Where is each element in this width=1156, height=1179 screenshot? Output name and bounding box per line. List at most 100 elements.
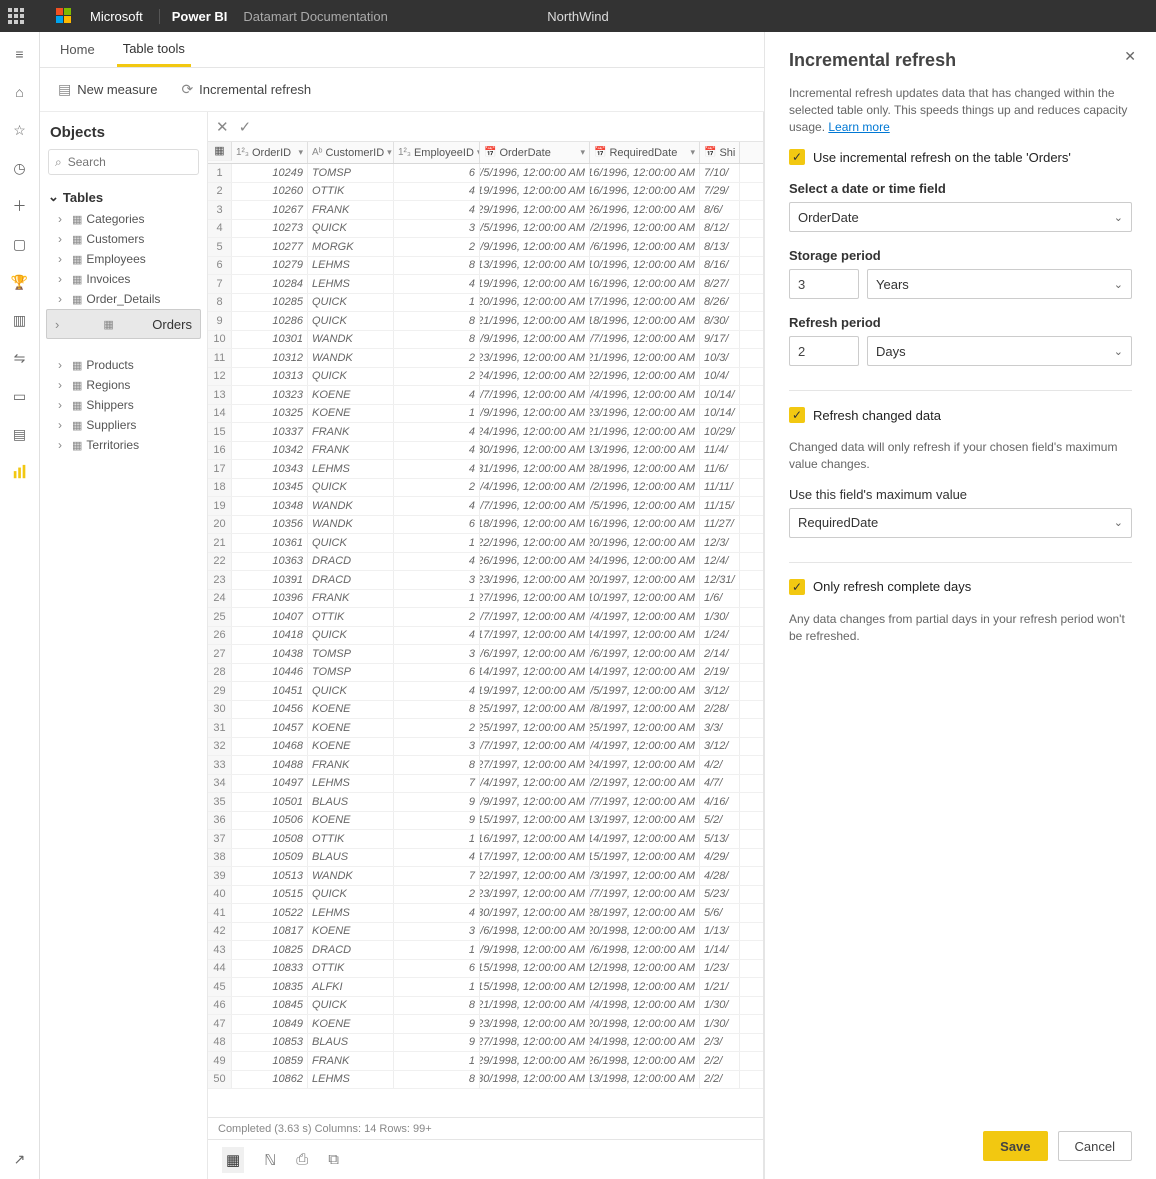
tree-item-invoices[interactable]: ›▦Invoices [46, 269, 201, 289]
table-row[interactable]: 4510835ALFKI11/15/1998, 12:00:00 AM2/12/… [208, 978, 763, 997]
table-row[interactable]: 710284LEHMS48/19/1996, 12:00:00 AM9/16/1… [208, 275, 763, 294]
table-row[interactable]: 2310391DRACD312/23/1996, 12:00:00 AM1/20… [208, 571, 763, 590]
chevron-down-icon[interactable]: ▾ [580, 147, 585, 158]
table-row[interactable]: 1410325KOENE110/9/1996, 12:00:00 AM10/23… [208, 405, 763, 424]
tables-header[interactable]: ⌄Tables [46, 185, 201, 209]
tab-home[interactable]: Home [54, 34, 101, 65]
save-button[interactable]: Save [983, 1131, 1047, 1161]
table-row[interactable]: 2610418QUICK41/17/1997, 12:00:00 AM2/14/… [208, 627, 763, 646]
corner-cell[interactable]: ▦ [208, 142, 232, 161]
favorites-icon[interactable]: ☆ [12, 122, 28, 138]
table-row[interactable]: 110249TOMSP67/5/1996, 12:00:00 AM8/16/19… [208, 164, 763, 183]
table-row[interactable]: 2210363DRACD411/26/1996, 12:00:00 AM12/2… [208, 553, 763, 572]
shared-icon[interactable]: ⇋ [12, 350, 28, 366]
table-row[interactable]: 910286QUICK88/21/1996, 12:00:00 AM9/18/1… [208, 312, 763, 331]
col-requireddate[interactable]: 📅RequiredDate▾ [590, 142, 700, 163]
workspaces-icon[interactable]: ▤ [12, 426, 28, 442]
table-row[interactable]: 610279LEHMS88/13/1996, 12:00:00 AM9/10/1… [208, 257, 763, 276]
storage-period-unit-select[interactable]: Years⌄ [867, 269, 1132, 299]
use-incremental-checkbox[interactable]: ✓Use incremental refresh on the table 'O… [789, 149, 1132, 165]
chevron-down-icon[interactable]: ▾ [690, 147, 695, 158]
cancel-button[interactable]: Cancel [1058, 1131, 1132, 1161]
table-row[interactable]: 3510501BLAUS94/9/1997, 12:00:00 AM5/7/19… [208, 793, 763, 812]
recent-icon[interactable]: ◷ [12, 160, 28, 176]
table-row[interactable]: 4710849KOENE91/23/1998, 12:00:00 AM2/20/… [208, 1015, 763, 1034]
model-view-icon[interactable]: ⎙ [296, 1151, 308, 1168]
table-row[interactable]: 2510407OTTIK21/7/1997, 12:00:00 AM2/4/19… [208, 608, 763, 627]
table-row[interactable]: 1310323KOENE410/7/1996, 12:00:00 AM11/4/… [208, 386, 763, 405]
table-row[interactable]: 4210817KOENE31/6/1998, 12:00:00 AM1/20/1… [208, 923, 763, 942]
new-measure-button[interactable]: ▤New measure [58, 81, 157, 98]
apps-icon[interactable]: ▥ [12, 312, 28, 328]
cancel-fx-icon[interactable]: ✕ [216, 118, 229, 136]
tree-item-orders[interactable]: ›▦Orders [46, 309, 201, 339]
table-row[interactable]: 2710438TOMSP32/6/1997, 12:00:00 AM3/6/19… [208, 645, 763, 664]
table-row[interactable]: 3710508OTTIK14/16/1997, 12:00:00 AM5/14/… [208, 830, 763, 849]
table-row[interactable]: 4610845QUICK81/21/1998, 12:00:00 AM2/4/1… [208, 997, 763, 1016]
expand-icon[interactable]: ↗ [12, 1151, 28, 1167]
data-view-icon[interactable]: ▦ [222, 1147, 244, 1173]
formula-bar[interactable]: ✕ ✓ [208, 112, 763, 142]
learn-more-link[interactable]: Learn more [828, 120, 889, 134]
table-row[interactable]: 3110457KOENE22/25/1997, 12:00:00 AM3/25/… [208, 719, 763, 738]
tree-item-products[interactable]: ›▦Products [46, 355, 201, 375]
current-workspace-icon[interactable] [12, 464, 28, 480]
table-row[interactable]: 310267FRANK47/29/1996, 12:00:00 AM8/26/1… [208, 201, 763, 220]
table-row[interactable]: 2110361QUICK111/22/1996, 12:00:00 AM12/2… [208, 534, 763, 553]
learn-icon[interactable]: ▭ [12, 388, 28, 404]
table-row[interactable]: 4910859FRANK11/29/1998, 12:00:00 AM2/26/… [208, 1052, 763, 1071]
home-icon[interactable]: ⌂ [12, 84, 28, 100]
col-shippeddate[interactable]: 📅Shi [700, 142, 740, 163]
breadcrumb[interactable]: Datamart Documentation [243, 9, 388, 24]
table-row[interactable]: 4010515QUICK24/23/1997, 12:00:00 AM5/7/1… [208, 886, 763, 905]
table-row[interactable]: 2810446TOMSP62/14/1997, 12:00:00 AM3/14/… [208, 664, 763, 683]
table-row[interactable]: 4310825DRACD11/9/1998, 12:00:00 AM2/6/19… [208, 941, 763, 960]
col-orderdate[interactable]: 📅OrderDate▾ [480, 142, 590, 163]
create-icon[interactable]: ＋ [12, 198, 28, 214]
table-row[interactable]: 4110522LEHMS44/30/1997, 12:00:00 AM5/28/… [208, 904, 763, 923]
col-employeeid[interactable]: 1²₃EmployeeID▾ [394, 142, 480, 163]
table-row[interactable]: 1010301WANDK89/9/1996, 12:00:00 AM10/7/1… [208, 331, 763, 350]
tree-item-shippers[interactable]: ›▦Shippers [46, 395, 201, 415]
tree-item-regions[interactable]: ›▦Regions [46, 375, 201, 395]
tree-item-categories[interactable]: ›▦Categories [46, 209, 201, 229]
table-row[interactable]: 4410833OTTIK61/15/1998, 12:00:00 AM2/12/… [208, 960, 763, 979]
table-row[interactable]: 1710343LEHMS410/31/1996, 12:00:00 AM11/2… [208, 460, 763, 479]
max-field-select[interactable]: RequiredDate⌄ [789, 508, 1132, 538]
table-row[interactable]: 1610342FRANK410/30/1996, 12:00:00 AM11/1… [208, 442, 763, 461]
goals-icon[interactable]: 🏆 [12, 274, 28, 290]
col-customerid[interactable]: AᵇCustomerID▾ [308, 142, 394, 163]
chevron-down-icon[interactable]: ▾ [298, 147, 303, 158]
table-row[interactable]: 1110312WANDK29/23/1996, 12:00:00 AM10/21… [208, 349, 763, 368]
grid-body[interactable]: 110249TOMSP67/5/1996, 12:00:00 AM8/16/19… [208, 164, 763, 1117]
close-panel-icon[interactable]: ✕ [1124, 48, 1136, 65]
refresh-period-unit-select[interactable]: Days⌄ [867, 336, 1132, 366]
objects-search[interactable]: ⌕ [48, 149, 199, 175]
datasets-icon[interactable]: ▢ [12, 236, 28, 252]
storage-period-value-input[interactable]: 3 [789, 269, 859, 299]
refresh-changed-checkbox[interactable]: ✓Refresh changed data [789, 407, 1132, 423]
table-row[interactable]: 1210313QUICK29/24/1996, 12:00:00 AM10/22… [208, 368, 763, 387]
table-row[interactable]: 210260OTTIK47/19/1996, 12:00:00 AM8/16/1… [208, 183, 763, 202]
refresh-period-value-input[interactable]: 2 [789, 336, 859, 366]
incremental-refresh-button[interactable]: ⟳Incremental refresh [181, 81, 311, 98]
tree-item-suppliers[interactable]: ›▦Suppliers [46, 415, 201, 435]
table-row[interactable]: 410273QUICK38/5/1996, 12:00:00 AM9/2/199… [208, 220, 763, 239]
table-row[interactable]: 1910348WANDK411/7/1996, 12:00:00 AM12/5/… [208, 497, 763, 516]
commit-fx-icon[interactable]: ✓ [239, 118, 252, 136]
table-row[interactable]: 2010356WANDK611/18/1996, 12:00:00 AM12/1… [208, 516, 763, 535]
query-view-icon[interactable]: ℕ [264, 1151, 276, 1169]
chevron-down-icon[interactable]: ▾ [387, 147, 392, 158]
table-row[interactable]: 3910513WANDK74/22/1997, 12:00:00 AM6/3/1… [208, 867, 763, 886]
table-row[interactable]: 810285QUICK18/20/1996, 12:00:00 AM9/17/1… [208, 294, 763, 313]
table-row[interactable]: 3010456KOENE82/25/1997, 12:00:00 AM4/8/1… [208, 701, 763, 720]
app-launcher-icon[interactable] [8, 8, 24, 24]
table-row[interactable]: 3410497LEHMS74/4/1997, 12:00:00 AM5/2/19… [208, 775, 763, 794]
table-row[interactable]: 3310488FRANK83/27/1997, 12:00:00 AM4/24/… [208, 756, 763, 775]
table-row[interactable]: 2410396FRANK112/27/1996, 12:00:00 AM1/10… [208, 590, 763, 609]
table-row[interactable]: 2910451QUICK42/19/1997, 12:00:00 AM3/5/1… [208, 682, 763, 701]
tree-item-territories[interactable]: ›▦Territories [46, 435, 201, 455]
table-row[interactable]: 5010862LEHMS81/30/1998, 12:00:00 AM3/13/… [208, 1071, 763, 1090]
table-row[interactable]: 1810345QUICK211/4/1996, 12:00:00 AM12/2/… [208, 479, 763, 498]
menu-icon[interactable]: ≡ [12, 46, 28, 62]
